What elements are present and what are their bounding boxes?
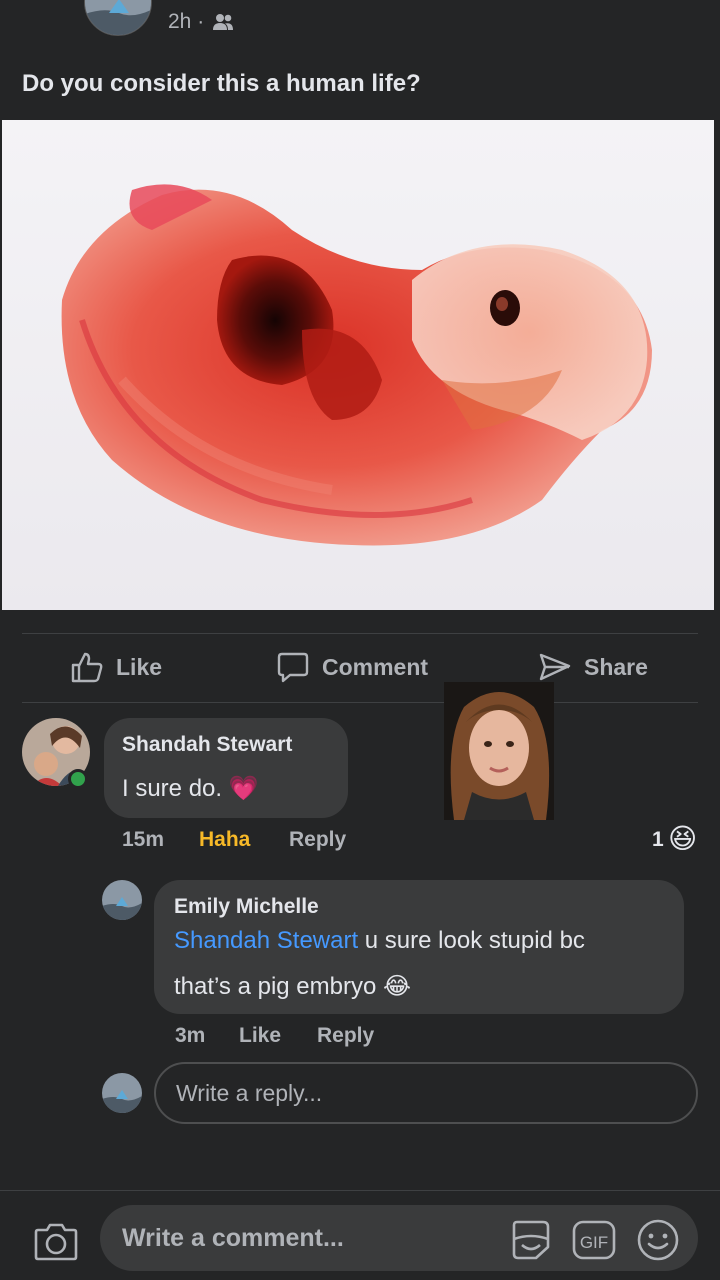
share-arrow-icon [539,653,571,681]
reply-bubble[interactable]: Emily Michelle Shandah Stewart u sure lo… [154,880,684,1014]
divider [22,633,698,634]
friends-icon [213,14,234,30]
comment-button[interactable]: Comment [276,650,428,684]
smiley-icon[interactable] [636,1218,680,1262]
reply-author-name[interactable]: Emily Michelle [174,895,319,919]
heart-emoji: 💗 [228,775,259,802]
commenter-name[interactable]: Shandah Stewart [122,733,292,757]
reply-like-button[interactable]: Like [239,1024,281,1048]
my-avatar [102,1073,142,1113]
more-dots-icon[interactable] [664,0,694,4]
reaction-count[interactable]: 1 [652,828,664,852]
sticker-icon[interactable] [510,1219,552,1261]
online-status-dot [68,769,88,789]
svg-text:GIF: GIF [580,1233,608,1252]
post-text: Do you consider this a human life? [22,70,421,97]
reply-reply-button[interactable]: Reply [317,1024,374,1048]
comment-composer: Write a comment... GIF [0,1190,720,1280]
post-time: 2h · [168,10,234,34]
comment-text: I sure do. 💗 [122,775,259,802]
speech-bubble-icon [277,652,309,683]
reply-text-line-1: Shandah Stewart u sure look stupid bc [174,927,585,954]
mention-link[interactable]: Shandah Stewart [174,927,358,954]
reply-button[interactable]: Reply [289,828,346,852]
thumbs-up-icon [71,652,103,683]
comment-time: 15m [122,828,165,851]
post-header: 2h · [0,0,720,50]
haha-reaction-button[interactable]: Haha [199,828,250,852]
back-chevron-icon[interactable] [26,0,56,12]
creator-overlay [444,682,554,820]
camera-icon[interactable] [34,1221,78,1261]
share-button[interactable]: Share [538,650,648,684]
laughing-emoji-icon: 😆 [668,823,698,854]
post-image[interactable] [2,120,714,610]
divider [22,702,698,703]
reply-time: 3m [175,1024,206,1047]
post-actions: Like Comment Share [0,640,720,700]
comment-bubble[interactable]: Shandah Stewart I sure do. 💗 [104,718,348,818]
reply-author-avatar[interactable] [102,880,142,920]
reply-input[interactable]: Write a reply... [154,1062,698,1124]
like-button[interactable]: Like [70,650,162,684]
gif-icon[interactable]: GIF [572,1219,616,1261]
reply-text-line-2: that’s a pig embryo 😂 [174,973,412,1000]
author-avatar[interactable] [84,0,152,36]
tears-of-joy-emoji: 😂 [383,973,412,1000]
